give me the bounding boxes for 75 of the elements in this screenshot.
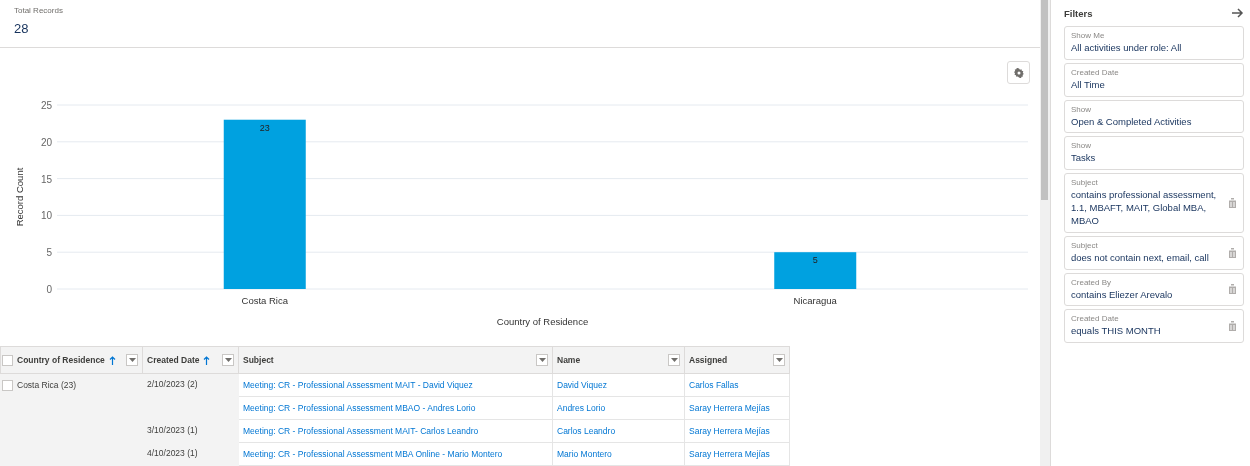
column-header[interactable]: Country of Residence	[0, 346, 143, 374]
name-link[interactable]: Andres Lorio	[557, 403, 606, 413]
y-tick-label: 15	[40, 173, 52, 185]
filter-card[interactable]: Created Date equals THIS MONTH	[1064, 309, 1244, 344]
group-label: 3/10/2023 (1)	[147, 425, 198, 435]
scrollbar[interactable]	[1040, 0, 1050, 466]
summary-value: 28	[14, 21, 30, 36]
caret-icon	[670, 358, 678, 362]
filter-label: Show	[1071, 141, 1092, 151]
chart-settings-button[interactable]	[1007, 61, 1030, 84]
filter-label: Created Date	[1071, 314, 1120, 324]
group-label: 4/10/2023 (1)	[147, 448, 198, 458]
filter-card[interactable]: Show Open & Completed Activities	[1064, 99, 1244, 134]
sort-arrow-icon[interactable]	[203, 355, 211, 365]
column-menu-button[interactable]	[536, 354, 548, 366]
x-axis-title: Country of Residence	[496, 316, 589, 327]
filter-card[interactable]: Created By contains Eliezer Arevalo	[1064, 272, 1244, 307]
filter-value: does not contain next, email, call	[1071, 251, 1210, 265]
y-tick-label: 5	[46, 247, 52, 259]
column-menu-button[interactable]	[773, 354, 785, 366]
y-tick-label: 25	[40, 100, 52, 111]
caret-icon	[128, 358, 136, 362]
x-tick-label: Nicaragua	[793, 295, 837, 306]
panel-title: Filters	[1064, 7, 1093, 19]
collapse-arrow-icon[interactable]	[1232, 8, 1244, 18]
group-label: 2/10/2023 (2)	[147, 379, 198, 389]
trash-icon[interactable]	[1228, 247, 1237, 258]
filter-value: contains Eliezer Arevalo	[1071, 288, 1174, 302]
filter-value: Tasks	[1071, 152, 1097, 166]
column-header[interactable]: Subject	[238, 346, 553, 374]
filter-value: All activities under role: All	[1071, 42, 1183, 55]
name-link[interactable]: Carlos Leandro	[557, 426, 616, 436]
trash-icon[interactable]	[1228, 284, 1237, 295]
column-header[interactable]: Name	[552, 346, 685, 374]
checkbox[interactable]	[2, 354, 13, 366]
filter-value: Open & Completed Activities	[1071, 115, 1193, 129]
column-header[interactable]: Assigned	[684, 346, 790, 374]
data-label: 5	[812, 255, 818, 266]
caret-icon	[224, 358, 232, 362]
filter-value: contains professional assessment, 1.1, MBAFT, MAIT, Global MBA, MBAO	[1071, 189, 1218, 228]
caret-icon	[775, 358, 783, 362]
x-tick-label: Costa Rica	[241, 295, 288, 306]
filter-card[interactable]: Show Me All activities under role: All	[1064, 26, 1244, 60]
filter-value: equals THIS MONTH	[1071, 325, 1162, 339]
column-menu-button[interactable]	[222, 354, 234, 366]
column-header[interactable]: Created Date	[142, 346, 239, 374]
caret-icon	[538, 358, 546, 362]
column-menu-button[interactable]	[668, 354, 680, 366]
data-label: 23	[259, 122, 270, 133]
sort-arrow-icon[interactable]	[108, 355, 116, 365]
trash-icon[interactable]	[1228, 197, 1237, 208]
trash-icon[interactable]	[1228, 321, 1237, 332]
column-menu-button[interactable]	[126, 354, 138, 366]
filter-card[interactable]: Created Date All Time	[1064, 62, 1244, 97]
y-axis-title: Record Count	[14, 167, 25, 227]
assigned-link[interactable]: Carlos Fallas	[689, 380, 739, 390]
filter-card[interactable]: Subject does not contain next, email, call	[1064, 235, 1244, 270]
filter-label: Created Date	[1071, 67, 1120, 77]
group-label: Costa Rica (23)	[17, 381, 77, 390]
name-link[interactable]: Mario Montero	[557, 449, 612, 459]
name-link[interactable]: David Viquez	[557, 380, 607, 390]
filter-value: All Time	[1071, 78, 1106, 92]
filter-card[interactable]: Show Tasks	[1064, 136, 1244, 171]
filter-label: Show Me	[1071, 31, 1106, 40]
filter-label: Created By	[1071, 277, 1113, 287]
y-tick-label: 20	[40, 136, 52, 148]
filter-card[interactable]: Subject contains professional assessment, 1.1, MBAFT, MAIT, Global MBA, MBAO	[1064, 173, 1244, 233]
checkbox[interactable]	[2, 380, 13, 391]
filter-label: Subject	[1071, 178, 1099, 188]
filter-label: Subject	[1071, 240, 1099, 250]
settings-icon	[1013, 67, 1024, 78]
y-tick-label: 10	[40, 210, 52, 222]
filter-label: Show	[1071, 104, 1092, 114]
y-tick-label: 0	[46, 284, 52, 295]
summary-label: Total Records	[14, 6, 64, 15]
